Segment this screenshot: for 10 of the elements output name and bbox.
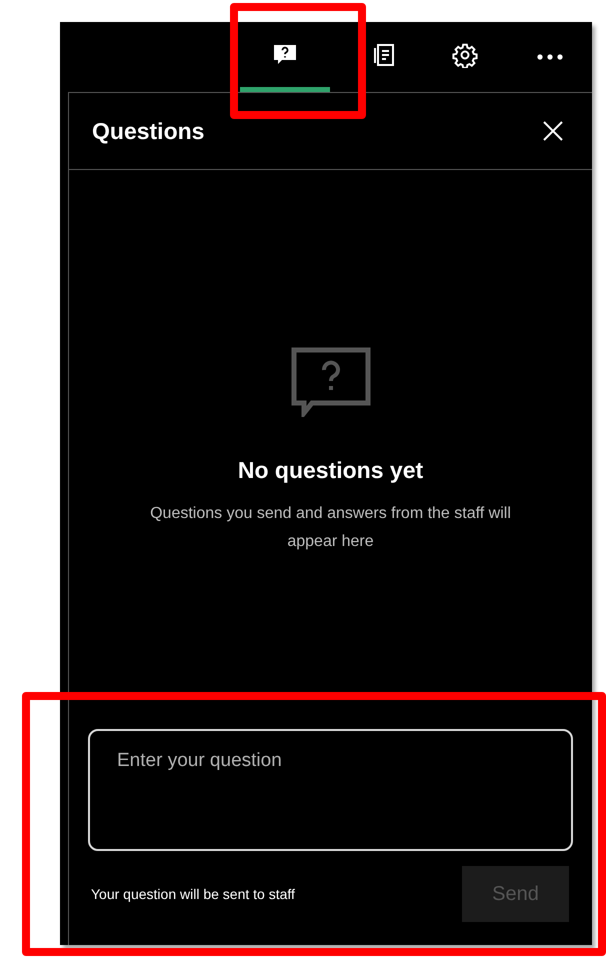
question-input[interactable]: Enter your question — [88, 729, 573, 851]
hint-text: Your question will be sent to staff — [91, 884, 295, 904]
document-icon — [374, 44, 394, 66]
empty-state-title: No questions yet — [238, 456, 424, 485]
empty-state-description: Questions you send and answers from the staff will appear here — [149, 504, 512, 552]
more-icon — [537, 54, 563, 60]
question-bubble-icon — [290, 347, 370, 417]
close-icon — [542, 120, 564, 142]
gear-icon — [452, 42, 478, 68]
pane-title: Questions — [92, 116, 204, 146]
